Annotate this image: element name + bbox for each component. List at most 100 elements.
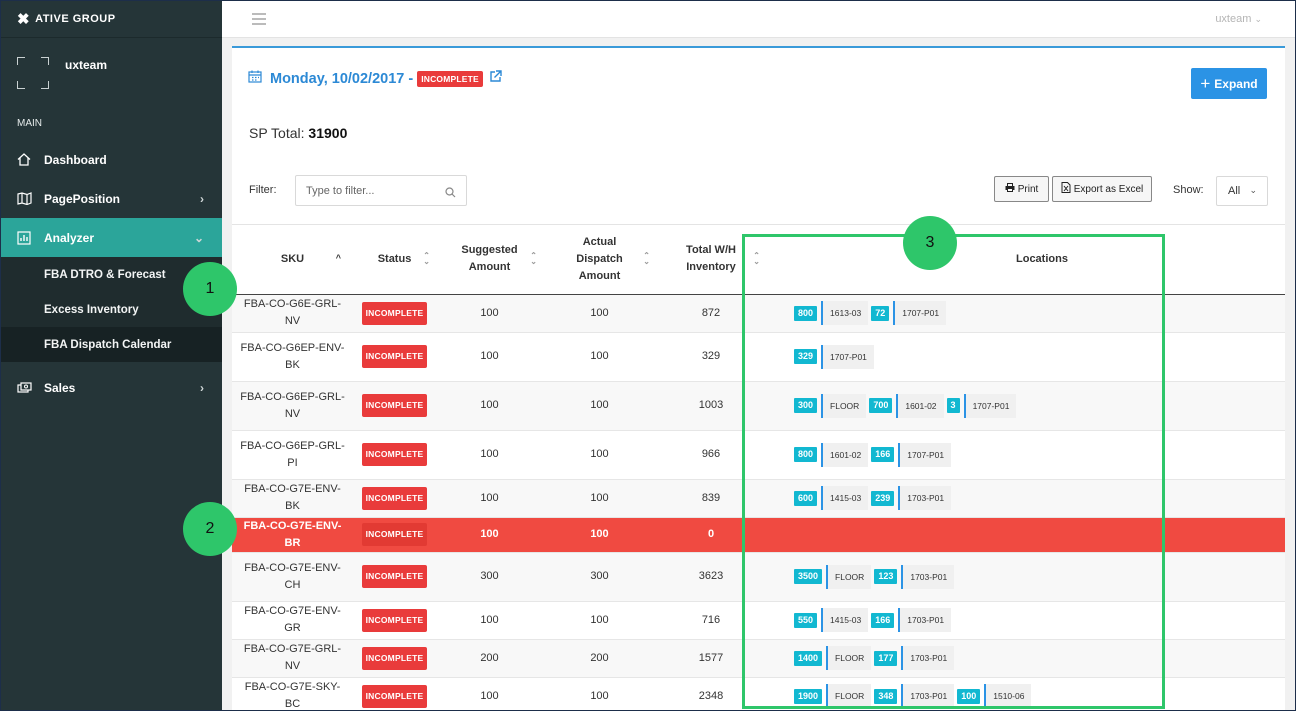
calendar-icon	[248, 70, 262, 88]
sku-cell: FBA-CO-G6E-GRL-NV	[232, 294, 353, 333]
home-icon	[17, 153, 37, 166]
suggested-cell: 300	[436, 552, 543, 602]
sidebar-item-label: Dashboard	[44, 152, 107, 167]
actual-cell: 100	[543, 601, 656, 640]
plus-icon: +	[1200, 73, 1211, 93]
user-name: uxteam	[65, 58, 108, 72]
sort-icon: ⌃ ⌄	[643, 251, 650, 266]
show-select[interactable]: All ⌄	[1216, 176, 1268, 206]
status-cell: INCOMPLETE	[353, 639, 436, 678]
brand-name: ATIVE GROUP	[35, 12, 116, 25]
suggested-cell: 100	[436, 517, 543, 553]
excel-label: Export as Excel	[1073, 183, 1144, 195]
callout-marker-2: 2	[183, 502, 237, 556]
expand-button[interactable]: + Expand	[1191, 68, 1267, 99]
callout-marker-3: 3	[903, 216, 957, 270]
status-badge: INCOMPLETE	[361, 345, 428, 368]
status-badge: INCOMPLETE	[361, 565, 428, 588]
search-icon	[445, 185, 456, 203]
column-header-status[interactable]: Status ⌃ ⌄	[353, 225, 436, 295]
actual-cell: 100	[543, 677, 656, 711]
status-badge: INCOMPLETE	[417, 71, 483, 87]
sku-cell: FBA-CO-G7E-GRL-NV	[232, 639, 353, 678]
page-header: Monday, 10/02/2017 - INCOMPLETE	[248, 70, 502, 88]
sort-asc-icon: ^	[335, 253, 341, 263]
status-cell: INCOMPLETE	[353, 552, 436, 602]
sku-cell: FBA-CO-G7E-SKY-BC	[232, 677, 353, 711]
show-label: Show:	[1173, 184, 1204, 196]
suggested-cell: 100	[436, 294, 543, 333]
sku-cell: FBA-CO-G7E-ENV-GR	[232, 601, 353, 640]
brand[interactable]: ✖ ATIVE GROUP	[1, 0, 222, 38]
column-header-sku[interactable]: SKU ^	[232, 225, 353, 295]
hamburger-menu-icon[interactable]	[252, 13, 266, 28]
sort-icon: ⌃ ⌄	[423, 251, 430, 266]
sidebar-item-label: Sales	[44, 380, 76, 395]
printer-icon	[1005, 183, 1018, 195]
locations-highlight-box	[742, 234, 1165, 709]
sidebar-item-dashboard[interactable]: Dashboard	[1, 140, 222, 179]
status-badge: INCOMPLETE	[361, 394, 428, 417]
status-cell: INCOMPLETE	[353, 381, 436, 431]
print-label: Print	[1017, 183, 1039, 195]
suggested-cell: 100	[436, 677, 543, 711]
status-badge: INCOMPLETE	[361, 684, 428, 708]
external-link-icon[interactable]	[489, 70, 502, 88]
sidebar-subitem-dispatch-calendar[interactable]: FBA Dispatch Calendar	[1, 327, 222, 362]
sidebar-item-sales[interactable]: Sales ›	[1, 368, 222, 407]
print-button[interactable]: Print	[994, 176, 1049, 202]
top-user-name: uxteam	[1215, 13, 1252, 25]
chevron-down-icon: ⌄	[193, 230, 204, 245]
callout-marker-1: 1	[183, 262, 237, 316]
sidebar-item-analyzer[interactable]: Analyzer ⌄	[1, 218, 222, 257]
suggested-cell: 200	[436, 639, 543, 678]
section-label-main: MAIN	[17, 118, 42, 129]
suggested-cell: 100	[436, 381, 543, 431]
status-cell: INCOMPLETE	[353, 479, 436, 518]
user-profile[interactable]: uxteam	[1, 38, 222, 102]
status-cell: INCOMPLETE	[353, 677, 436, 711]
suggested-cell: 100	[436, 479, 543, 518]
status-cell: INCOMPLETE	[353, 430, 436, 480]
status-badge: INCOMPLETE	[361, 523, 428, 546]
column-header-suggested[interactable]: Suggested Amount ⌃ ⌄	[436, 225, 543, 295]
topbar: uxteam ⌄	[222, 0, 1296, 38]
avatar	[17, 57, 49, 89]
sku-cell: FBA-CO-G7E-ENV-BK	[232, 479, 353, 518]
excel-file-icon	[1061, 182, 1074, 196]
sku-cell: FBA-CO-G7E-ENV-BR	[232, 517, 353, 553]
filter-input[interactable]	[295, 175, 467, 206]
actual-cell: 100	[543, 332, 656, 382]
sp-total-label: SP Total:	[249, 125, 305, 141]
actual-cell: 100	[543, 479, 656, 518]
chart-icon	[17, 230, 37, 245]
status-badge: INCOMPLETE	[361, 301, 428, 325]
actual-cell: 100	[543, 381, 656, 431]
sidebar: ✖ ATIVE GROUP uxteam MAIN Dashboard Page…	[0, 0, 222, 711]
sort-icon: ⌃ ⌄	[530, 251, 537, 266]
chevron-right-icon: ›	[200, 191, 204, 206]
suggested-cell: 100	[436, 430, 543, 480]
export-excel-button[interactable]: Export as Excel	[1052, 176, 1152, 202]
sku-cell: FBA-CO-G6EP-GRL-PI	[232, 430, 353, 480]
expand-label: Expand	[1214, 76, 1258, 91]
sidebar-item-label: PagePosition	[44, 191, 121, 206]
sidebar-item-pageposition[interactable]: PagePosition ›	[1, 179, 222, 218]
user-menu[interactable]: uxteam ⌄	[1215, 13, 1262, 25]
chevron-right-icon: ›	[200, 380, 204, 395]
status-badge: INCOMPLETE	[361, 608, 428, 632]
chevron-down-icon: ⌄	[1254, 14, 1262, 24]
column-header-actual[interactable]: Actual Dispatch Amount ⌃ ⌄	[543, 225, 656, 295]
actual-cell: 100	[543, 294, 656, 333]
sp-total: SP Total: 31900	[249, 125, 347, 141]
money-icon	[17, 381, 37, 394]
status-cell: INCOMPLETE	[353, 294, 436, 333]
status-badge: INCOMPLETE	[361, 646, 428, 670]
page-title: Monday, 10/02/2017 -	[270, 71, 414, 87]
status-badge: INCOMPLETE	[361, 443, 428, 466]
map-icon	[17, 192, 37, 205]
sp-total-value: 31900	[308, 125, 348, 141]
actual-cell: 300	[543, 552, 656, 602]
actual-cell: 100	[543, 430, 656, 480]
show-select-value: All	[1228, 185, 1241, 197]
